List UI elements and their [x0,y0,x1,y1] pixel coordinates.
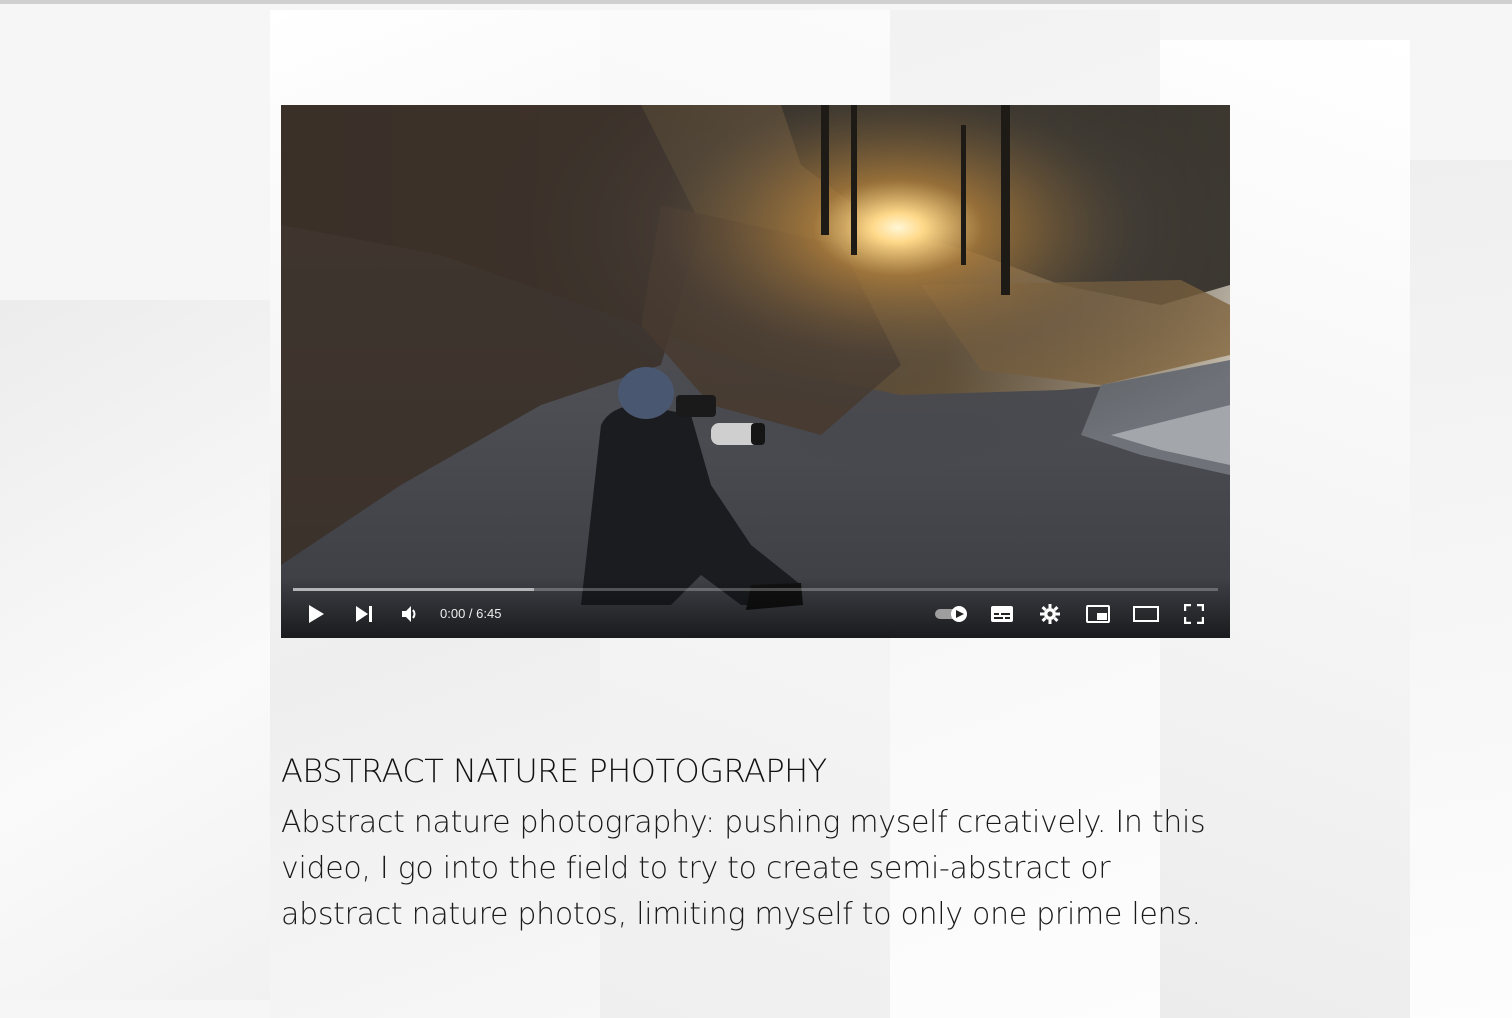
fullscreen-button[interactable] [1179,598,1209,630]
autoplay-toggle-icon [935,606,967,622]
miniplayer-button[interactable] [1083,598,1113,630]
video-frame [281,105,1230,638]
video-title: ABSTRACT NATURE PHOTOGRAPHY [281,752,827,790]
autoplay-toggle[interactable] [933,598,971,630]
theater-mode-button[interactable] [1131,598,1161,630]
volume-icon [402,606,416,622]
play-button[interactable] [301,598,331,630]
progress-bar[interactable] [293,588,1218,591]
video-description: Abstract nature photography: pushing mys… [281,805,1206,932]
subtitles-button[interactable] [987,598,1017,630]
gear-icon [1040,604,1060,624]
miniplayer-icon [1086,605,1110,623]
next-button[interactable] [349,598,379,630]
fullscreen-icon [1184,604,1204,624]
play-icon [309,605,324,623]
volume-button[interactable] [395,598,425,630]
time-display: 0:00 / 6:45 [440,606,502,621]
video-player[interactable]: 0:00 / 6:45 [281,105,1230,638]
settings-button[interactable] [1035,598,1065,630]
next-icon [356,606,372,622]
theater-mode-icon [1133,606,1159,622]
buffered-bar [293,588,534,591]
subtitles-icon [991,606,1013,622]
player-controls: 0:00 / 6:45 [281,578,1230,638]
